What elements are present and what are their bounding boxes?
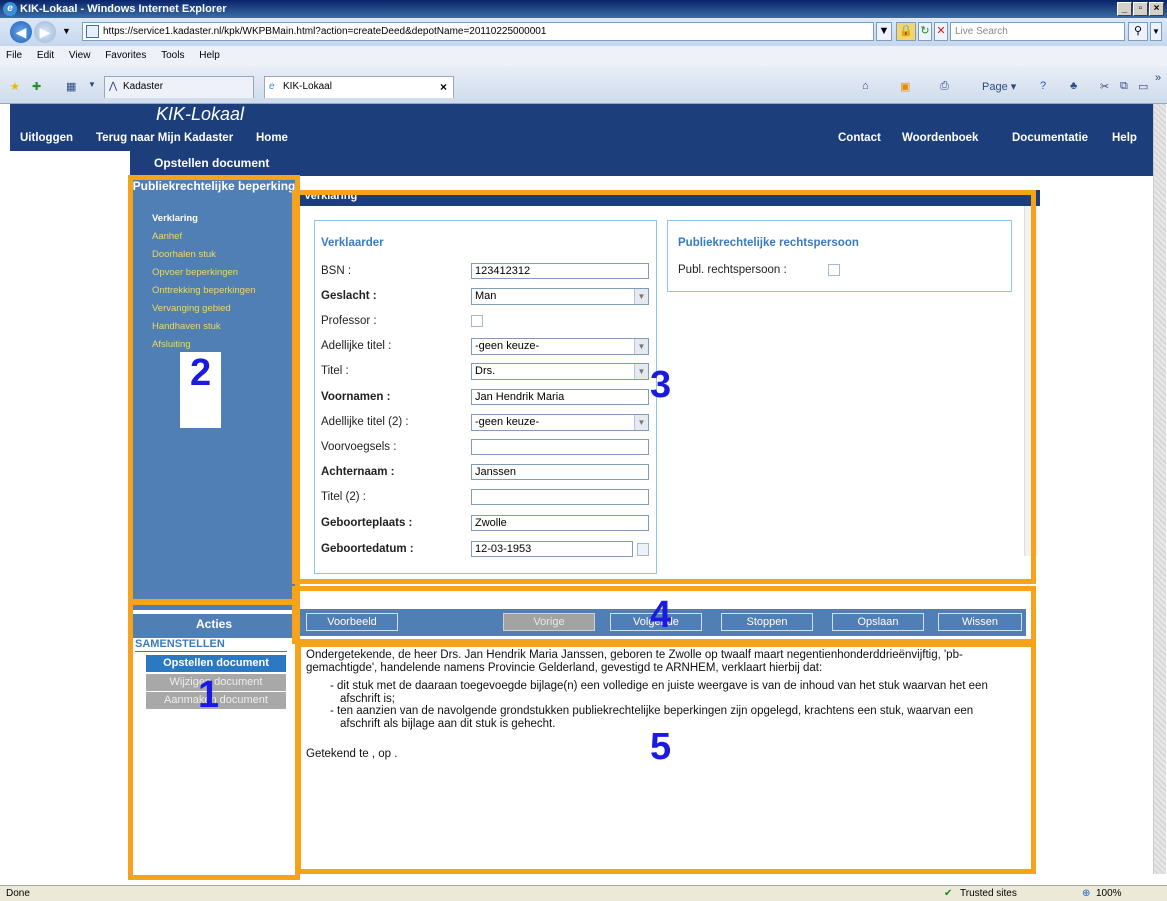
help-icon[interactable]: ? xyxy=(1040,80,1046,92)
status-text: Done xyxy=(6,888,30,899)
ie-page-icon: e xyxy=(269,81,275,92)
tab-label: Kadaster xyxy=(123,81,164,92)
forward-arrow-icon[interactable]: ▶ xyxy=(34,21,56,43)
nav-uitloggen[interactable]: Uitloggen xyxy=(20,125,73,151)
more-tools-icon[interactable]: » xyxy=(1155,72,1161,84)
top-nav: Uitloggen Terug naar Mijn Kadaster Home … xyxy=(10,125,1153,151)
minimize-button[interactable]: _ xyxy=(1117,2,1132,16)
feeds-icon[interactable]: ▣ xyxy=(900,80,910,93)
menu-favorites[interactable]: Favorites xyxy=(105,50,146,61)
tab-label: KIK-Lokaal xyxy=(283,81,332,92)
menu-tools[interactable]: Tools xyxy=(161,50,184,61)
annotation-number-5: 5 xyxy=(650,726,672,768)
close-window-button[interactable]: × xyxy=(1149,2,1164,16)
nav-terug-mijn-kadaster[interactable]: Terug naar Mijn Kadaster xyxy=(96,125,233,151)
menu-file[interactable]: File xyxy=(6,50,22,61)
address-toolbar: ◀ ▶ ▼ https://service1.kadaster.nl/kpk/W… xyxy=(0,18,1167,46)
address-bar[interactable]: https://service1.kadaster.nl/kpk/WKPBMai… xyxy=(82,22,874,41)
add-favorite-icon[interactable]: ✚ xyxy=(32,80,41,93)
tab-kadaster[interactable]: ⋀ Kadaster xyxy=(104,76,254,98)
refresh-icon[interactable]: ↻ xyxy=(918,22,932,41)
site-header: KIK-Lokaal xyxy=(10,104,1153,125)
page-menu-label: Page xyxy=(982,81,1008,93)
nav-documentatie[interactable]: Documentatie xyxy=(1012,125,1088,151)
menu-edit[interactable]: Edit xyxy=(37,50,54,61)
page-menu[interactable]: Page ▾ xyxy=(982,80,1016,93)
window-title-bar: e KIK-Lokaal - Windows Internet Explorer… xyxy=(0,0,1167,18)
nav-woordenboek[interactable]: Woordenboek xyxy=(902,125,978,151)
address-url: https://service1.kadaster.nl/kpk/WKPBMai… xyxy=(103,26,547,37)
nav-contact[interactable]: Contact xyxy=(838,125,881,151)
zoom-icon: ⊕ xyxy=(1082,888,1091,899)
quick-tabs-icon[interactable]: ▦ xyxy=(66,80,76,93)
annotation-number-2: 2 xyxy=(180,352,222,428)
close-tab-icon[interactable]: × xyxy=(440,77,447,97)
stop-icon[interactable]: ✕ xyxy=(934,22,948,41)
page-scrollbar[interactable] xyxy=(1153,104,1166,874)
search-input[interactable]: Live Search xyxy=(950,22,1125,41)
subheader-title: Opstellen document xyxy=(154,156,270,170)
favorites-star-icon[interactable]: ★ xyxy=(10,80,20,93)
history-dropdown-icon[interactable]: ▼ xyxy=(62,26,71,36)
address-dropdown-icon[interactable]: ▼ xyxy=(876,22,892,41)
print-icon[interactable]: ⎙ xyxy=(940,80,949,93)
search-icon[interactable]: ⚲ xyxy=(1128,22,1148,41)
annotation-number-3: 3 xyxy=(650,364,672,406)
search-placeholder: Live Search xyxy=(955,26,1008,37)
search-options-icon[interactable]: ▼ xyxy=(1150,22,1162,41)
annotation-number-1: 1 xyxy=(198,674,220,716)
nav-home[interactable]: Home xyxy=(256,125,288,151)
checkmark-icon: ✔ xyxy=(944,888,953,899)
menu-view[interactable]: View xyxy=(69,50,91,61)
zoom-level[interactable]: 100% xyxy=(1096,886,1122,901)
menu-help[interactable]: Help xyxy=(199,50,220,61)
lock-icon[interactable]: 🔒 xyxy=(896,22,916,41)
research-icon[interactable]: ♣ xyxy=(1070,80,1077,92)
annotation-box-1 xyxy=(128,599,300,880)
kadaster-logo-icon: ⋀ xyxy=(109,81,118,92)
page-subheader: Opstellen document xyxy=(130,151,1153,176)
tab-kik-lokaal[interactable]: e KIK-Lokaal × xyxy=(264,76,454,98)
security-zone[interactable]: Trusted sites xyxy=(960,886,1017,901)
home-icon[interactable]: ⌂ xyxy=(862,80,869,92)
maximize-button[interactable]: ▫ xyxy=(1133,2,1148,16)
menu-bar: File Edit View Favorites Tools Help xyxy=(0,46,1167,66)
annotation-number-4: 4 xyxy=(650,594,672,636)
tab-bar: ★ ✚ ▦ ▼ ⋀ Kadaster e KIK-Lokaal × ⌂ ▣ ⎙ … xyxy=(0,66,1167,104)
copy-icon[interactable]: ⧉ xyxy=(1120,80,1128,93)
window-title: KIK-Lokaal - Windows Internet Explorer xyxy=(20,3,227,15)
tab-list-icon[interactable]: ▼ xyxy=(88,80,96,89)
brand-logo: KIK-Lokaal xyxy=(156,104,245,124)
back-arrow-icon[interactable]: ◀ xyxy=(10,21,32,43)
cut-icon[interactable]: ✂ xyxy=(1100,80,1109,93)
paste-icon[interactable]: ▭ xyxy=(1138,80,1148,93)
page-icon xyxy=(86,25,99,38)
web-page: KIK-Lokaal Uitloggen Terug naar Mijn Kad… xyxy=(10,104,1153,880)
nav-help[interactable]: Help xyxy=(1112,125,1137,151)
ie-logo-icon: e xyxy=(3,2,17,16)
status-bar: Done ✔ Trusted sites ⊕ 100% xyxy=(0,885,1167,901)
